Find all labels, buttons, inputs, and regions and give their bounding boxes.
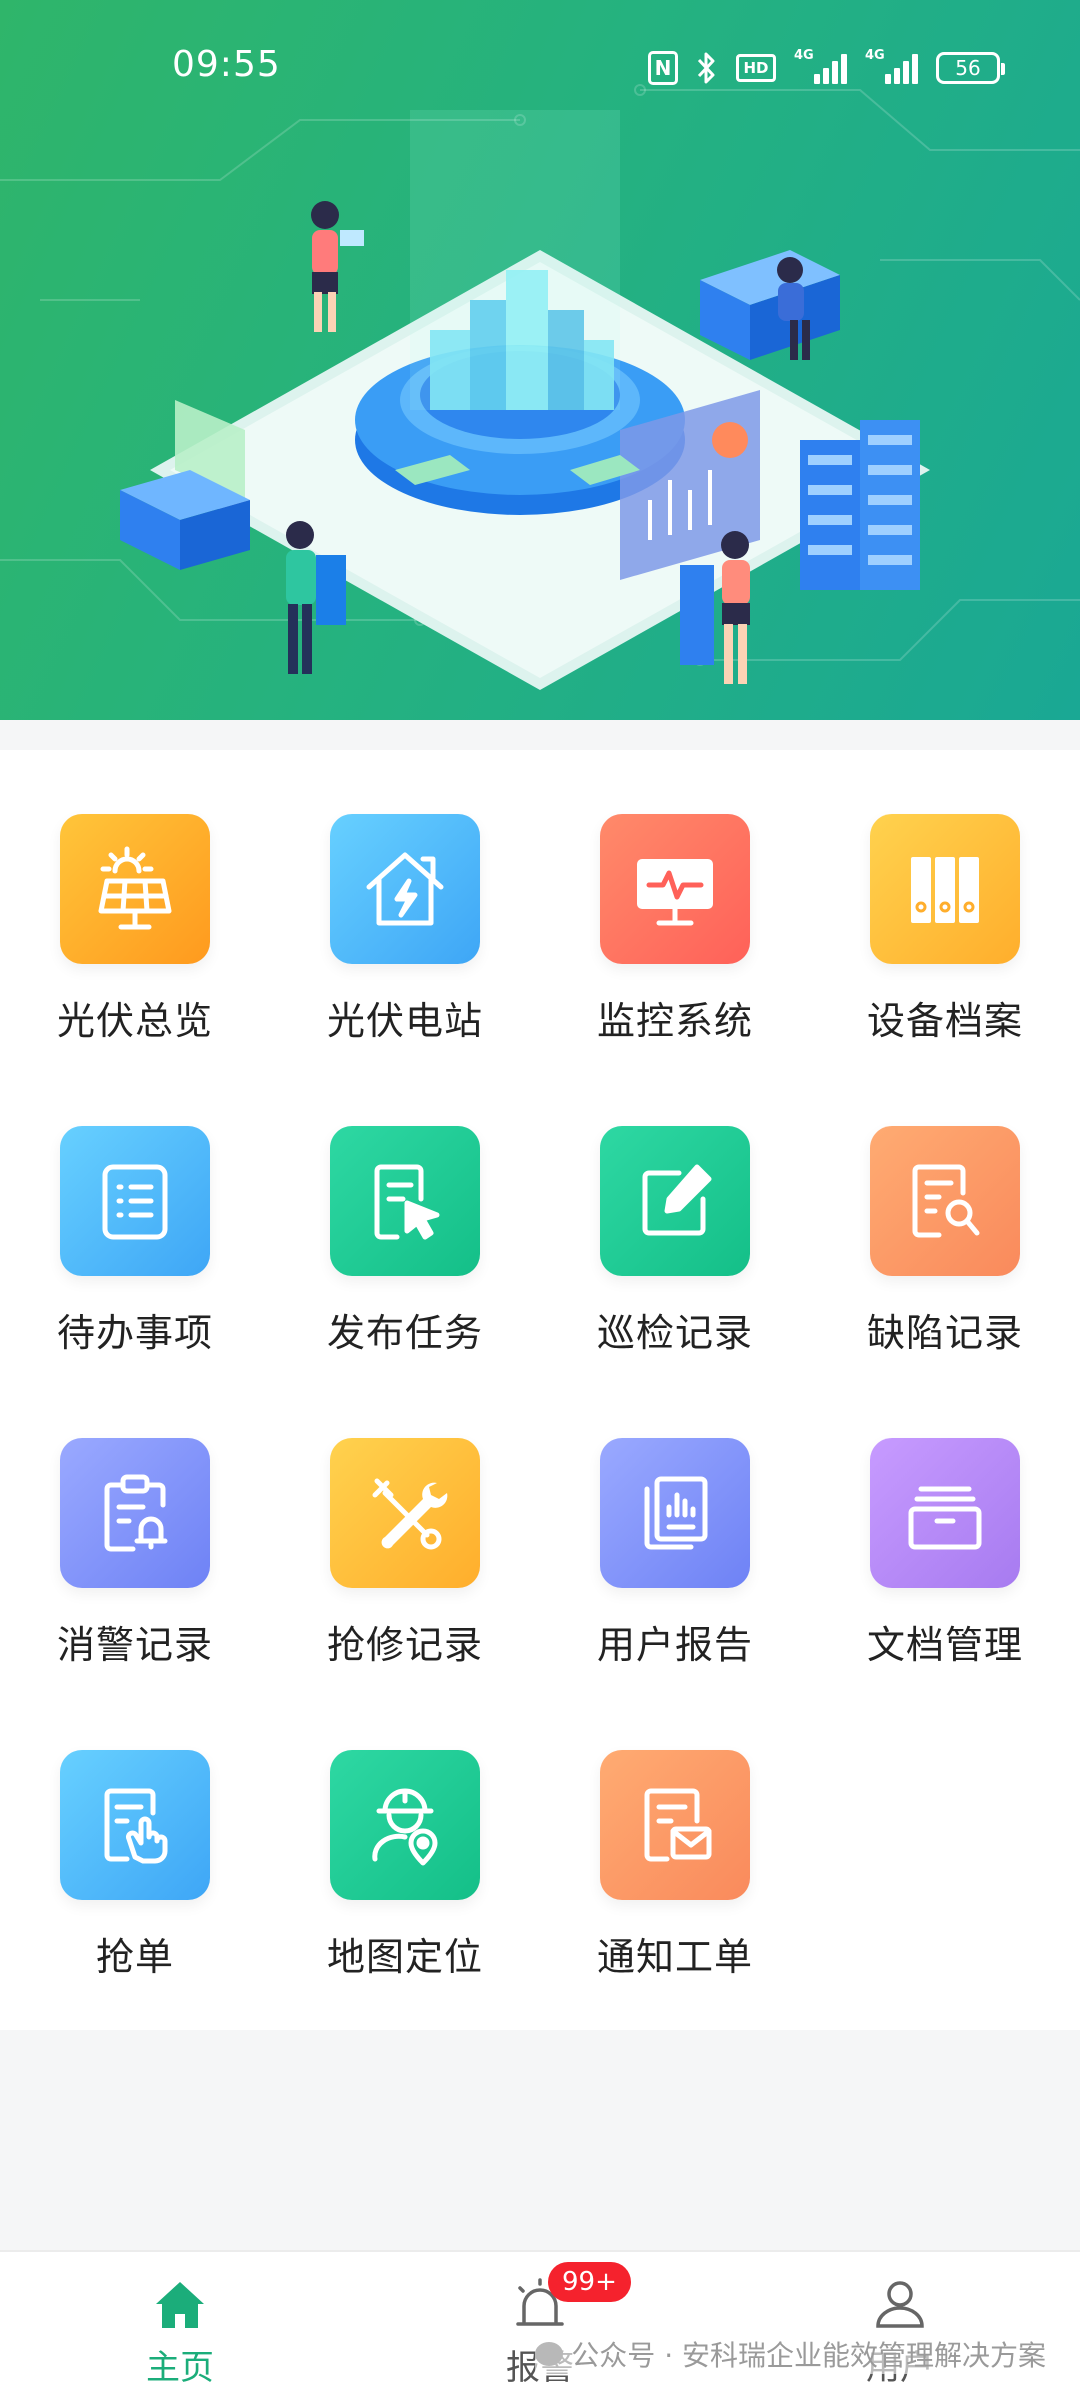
menu-label: 抢单	[95, 1935, 174, 1979]
menu-tile	[330, 1126, 480, 1276]
menu-item-monitoring[interactable]: 监控系统	[540, 750, 810, 1050]
menu-item-pv-overview[interactable]: 光伏总览	[0, 750, 270, 1050]
menu-item-grab-order[interactable]: 抢单	[0, 1686, 270, 1986]
nav-item-user[interactable]: 用户	[720, 2252, 1080, 2400]
nfc-icon: N	[648, 51, 678, 85]
alarm-icon: 99+	[510, 2262, 631, 2334]
menu-item-document-management[interactable]: 文档管理	[810, 1374, 1080, 1674]
tap-document-icon	[104, 1788, 168, 1864]
menu-label: 文档管理	[866, 1623, 1023, 1667]
menu-tile	[600, 1126, 750, 1276]
bluetooth-icon	[696, 51, 718, 85]
menu-tile	[60, 1438, 210, 1588]
document-mail-icon	[644, 1788, 712, 1862]
menu-label: 光伏电站	[326, 999, 483, 1043]
menu-item-todo[interactable]: 待办事项	[0, 1062, 270, 1362]
monitor-pulse-icon	[637, 859, 713, 926]
menu-tile	[330, 814, 480, 964]
menu-tile	[60, 1126, 210, 1276]
menu-item-pv-station[interactable]: 光伏电站	[270, 750, 540, 1050]
menu-tile	[870, 1126, 1020, 1276]
function-grid: 光伏总览 光伏电站 监控系统 设备档案 待办事项 发布任务 巡检记录 缺陷记录 …	[0, 750, 1080, 2030]
watermark: 公众号 · 安科瑞企业能效管理解决方案	[535, 2334, 1046, 2374]
hd-voice-icon: HD	[736, 54, 776, 82]
menu-tile	[330, 1438, 480, 1588]
solar-panel-icon	[98, 846, 172, 930]
menu-label: 地图定位	[326, 1935, 483, 1979]
menu-label: 设备档案	[866, 999, 1023, 1043]
wechat-icon	[535, 2342, 564, 2366]
signal-label: 4G	[794, 48, 814, 63]
hero-banner: 09:55 N HD 4G 4G 56	[0, 0, 1080, 720]
menu-item-notification-order[interactable]: 通知工单	[540, 1686, 810, 1986]
clipboard-bell-icon	[104, 1474, 168, 1552]
house-bolt-icon	[366, 852, 444, 926]
binders-icon	[911, 857, 979, 923]
menu-label: 光伏总览	[56, 999, 213, 1043]
status-time: 09:55	[172, 44, 281, 85]
battery-icon: 56	[936, 52, 1005, 84]
menu-label: 抢修记录	[326, 1623, 483, 1667]
report-chart-icon	[644, 1476, 708, 1550]
worker-location-icon	[372, 1788, 438, 1866]
menu-tile	[870, 814, 1020, 964]
document-cursor-icon	[374, 1164, 440, 1240]
menu-tile	[60, 814, 210, 964]
status-icons: N HD 4G 4G 56	[648, 48, 1005, 88]
user-icon	[870, 2274, 930, 2334]
menu-item-user-report[interactable]: 用户报告	[540, 1374, 810, 1674]
menu-label: 监控系统	[596, 999, 753, 1043]
signal-strength-icon: 4G	[794, 48, 847, 84]
status-bar: 09:55 N HD 4G 4G 56	[0, 0, 1080, 135]
menu-tile	[600, 1438, 750, 1588]
menu-item-defect-record[interactable]: 缺陷记录	[810, 1062, 1080, 1362]
menu-tile	[60, 1750, 210, 1900]
menu-label: 缺陷记录	[866, 1311, 1023, 1355]
checklist-icon	[102, 1164, 168, 1240]
menu-item-publish-task[interactable]: 发布任务	[270, 1062, 540, 1362]
signal-label: 4G	[865, 48, 885, 63]
alarm-count-badge: 99+	[548, 2262, 631, 2302]
home-icon	[150, 2274, 210, 2334]
menu-item-device-files[interactable]: 设备档案	[810, 750, 1080, 1050]
menu-tile	[600, 814, 750, 964]
menu-label: 通知工单	[596, 1935, 753, 1979]
nav-item-alarm[interactable]: 99+ 报警	[360, 2252, 720, 2400]
edit-note-icon	[642, 1164, 712, 1236]
folder-icon	[908, 1486, 982, 1550]
wrench-screwdriver-icon	[372, 1478, 448, 1550]
menu-item-alarm-clear-record[interactable]: 消警记录	[0, 1374, 270, 1674]
menu-item-map-location[interactable]: 地图定位	[270, 1686, 540, 1986]
menu-label: 发布任务	[326, 1311, 483, 1355]
menu-label: 用户报告	[596, 1623, 753, 1667]
menu-tile	[870, 1438, 1020, 1588]
menu-label: 待办事项	[56, 1311, 213, 1355]
nav-label: 主页	[146, 2348, 214, 2388]
document-search-icon	[912, 1164, 980, 1238]
menu-item-repair-record[interactable]: 抢修记录	[270, 1374, 540, 1674]
nav-item-home[interactable]: 主页	[0, 2252, 360, 2400]
bottom-navigation: 主页 99+ 报警 用户	[0, 2250, 1080, 2400]
menu-tile	[330, 1750, 480, 1900]
menu-tile	[600, 1750, 750, 1900]
signal-strength-icon: 4G	[865, 48, 918, 84]
watermark-text: 公众号 · 安科瑞企业能效管理解决方案	[571, 2339, 1046, 2372]
menu-item-inspection-record[interactable]: 巡检记录	[540, 1062, 810, 1362]
menu-label: 巡检记录	[596, 1311, 753, 1355]
menu-label: 消警记录	[56, 1623, 213, 1667]
